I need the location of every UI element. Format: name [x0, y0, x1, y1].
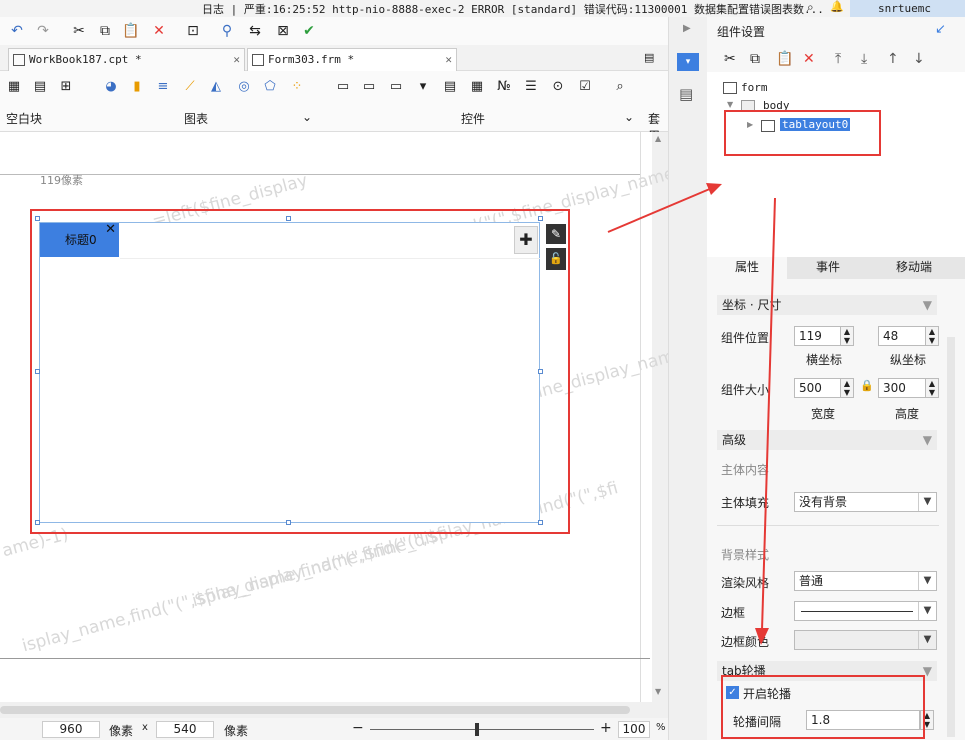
arrow-head: [755, 628, 769, 645]
arrow-line: [607, 187, 713, 233]
arrow-line: [761, 197, 776, 631]
annotation-arrows: [607, 183, 776, 645]
